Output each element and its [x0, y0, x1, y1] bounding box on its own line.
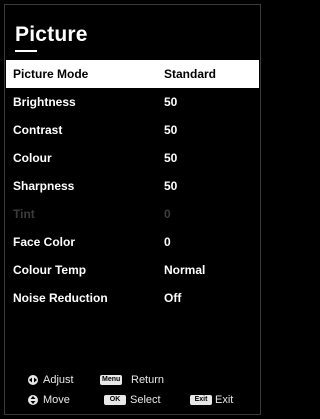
- move-hint-label: Move: [43, 394, 70, 406]
- left-right-icon: [28, 375, 38, 385]
- ok-key-badge: OK: [104, 395, 126, 405]
- menu-item-value: 50: [164, 123, 178, 137]
- menu-item-brightness[interactable]: Brightness 50: [6, 88, 259, 116]
- menu-item-label: Noise Reduction: [13, 291, 108, 305]
- picture-settings-list: Picture Mode Standard Brightness 50 Cont…: [6, 60, 259, 312]
- menu-item-picture-mode[interactable]: Picture Mode Standard: [6, 60, 259, 88]
- menu-item-colour[interactable]: Colour 50: [6, 144, 259, 172]
- menu-item-label: Sharpness: [13, 179, 75, 193]
- exit-hint-label: Exit: [215, 394, 234, 406]
- menu-item-value: 0: [164, 207, 171, 221]
- menu-item-value: Off: [164, 291, 182, 305]
- menu-item-contrast[interactable]: Contrast 50: [6, 116, 259, 144]
- up-down-icon: [28, 395, 38, 405]
- key-hints-footer: Adjust Menu Return Move OK Select Exit E…: [6, 369, 259, 413]
- menu-item-value: Normal: [164, 263, 206, 277]
- menu-item-face-color[interactable]: Face Color 0: [6, 228, 259, 256]
- title-underline: [15, 50, 37, 52]
- menu-item-value: 50: [164, 179, 178, 193]
- menu-item-label: Contrast: [13, 123, 63, 137]
- menu-item-value: 50: [164, 151, 178, 165]
- menu-item-sharpness[interactable]: Sharpness 50: [6, 172, 259, 200]
- menu-item-tint: Tint 0: [6, 200, 259, 228]
- menu-item-label: Face Color: [13, 235, 76, 249]
- menu-key-badge: Menu: [100, 375, 123, 385]
- menu-item-label: Picture Mode: [13, 67, 89, 81]
- menu-item-label: Brightness: [13, 95, 76, 109]
- menu-item-value: 50: [164, 95, 178, 109]
- menu-item-colour-temp[interactable]: Colour Temp Normal: [6, 256, 259, 284]
- menu-item-label: Tint: [13, 207, 35, 221]
- exit-key-badge: Exit: [190, 395, 212, 405]
- key-hints-row: Adjust Menu Return: [6, 371, 259, 389]
- menu-item-label: Colour Temp: [13, 263, 87, 277]
- menu-item-value: 0: [164, 235, 171, 249]
- return-hint-label: Return: [131, 374, 165, 386]
- menu-item-label: Colour: [13, 151, 52, 165]
- picture-menu-panel: Picture Picture Mode Standard Brightness…: [4, 4, 261, 415]
- page-title: Picture: [15, 23, 88, 46]
- key-hints-row: Move OK Select Exit Exit: [6, 391, 259, 409]
- menu-item-value: Standard: [164, 67, 217, 81]
- adjust-hint-label: Adjust: [43, 374, 74, 386]
- menu-item-noise-reduction[interactable]: Noise Reduction Off: [6, 284, 259, 312]
- select-hint-label: Select: [130, 394, 161, 406]
